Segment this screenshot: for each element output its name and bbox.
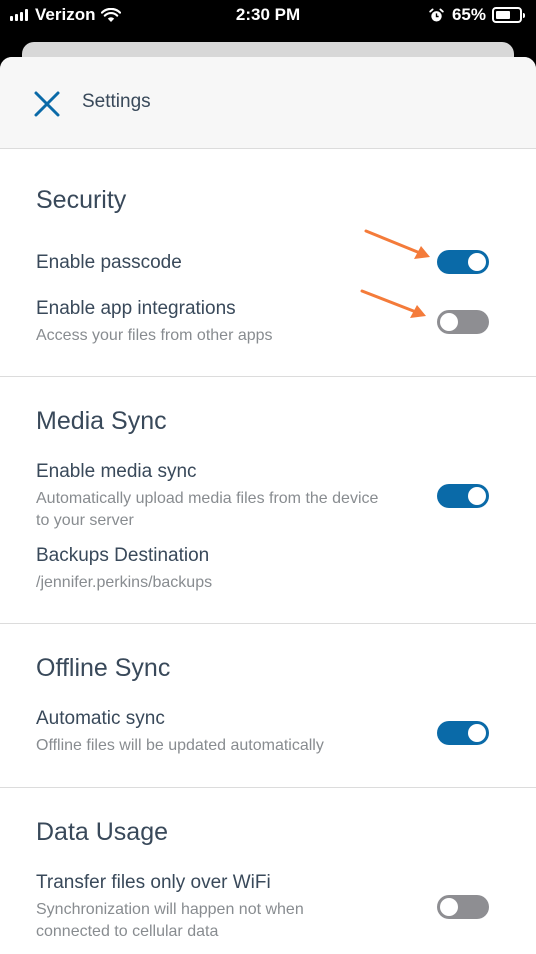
enable-media-sync-label: Enable media sync (36, 461, 197, 482)
enable-passcode-label: Enable passcode (36, 252, 182, 273)
enable-passcode-toggle[interactable] (437, 250, 489, 274)
wifi-only-label: Transfer files only over WiFi (36, 872, 271, 893)
toggle-knob (468, 487, 486, 505)
screen: Verizon 2:30 PM 65% Settings Security En… (0, 0, 536, 954)
media-sync-section-title: Media Sync (36, 407, 167, 435)
alarm-icon (429, 8, 444, 21)
annotation-arrow (364, 229, 430, 259)
enable-media-sync-description: Automatically upload media files from th… (36, 490, 379, 529)
wifi-only-description: Synchronization will happen not when con… (36, 901, 304, 940)
backups-destination-label[interactable]: Backups Destination (36, 545, 209, 567)
automatic-sync-description: Offline files will be updated automatica… (36, 737, 324, 754)
backups-destination-value: /jennifer.perkins/backups (36, 574, 213, 591)
annotation-arrow (360, 289, 426, 318)
page-title: Settings (82, 91, 151, 112)
close-button[interactable] (32, 89, 62, 119)
status-bar: Verizon 2:30 PM 65% (0, 0, 536, 32)
automatic-sync-label: Automatic sync (36, 708, 165, 729)
automatic-sync-toggle[interactable] (437, 721, 489, 745)
offline-sync-section-title: Offline Sync (36, 654, 171, 682)
security-section: Security Enable passcode Enable app inte… (0, 149, 536, 377)
data-usage-section-title: Data Usage (36, 818, 169, 846)
enable-app-integrations-description: Access your files from other apps (36, 327, 273, 344)
enable-app-integrations-label: Enable app integrations (36, 298, 236, 319)
toggle-knob (440, 898, 458, 916)
security-section-title: Security (36, 186, 127, 214)
toggle-knob (468, 724, 486, 742)
toggle-knob (440, 313, 458, 331)
enable-app-integrations-toggle[interactable] (437, 310, 489, 334)
status-right: 65% (429, 5, 525, 25)
close-icon (34, 91, 60, 117)
wifi-only-toggle[interactable] (437, 895, 489, 919)
settings-header: Settings (0, 57, 536, 149)
battery-icon (492, 7, 525, 23)
battery-fill (496, 11, 511, 19)
toggle-knob (468, 253, 486, 271)
enable-media-sync-toggle[interactable] (437, 484, 489, 508)
data-usage-section: Data Usage Transfer files only over WiFi… (0, 788, 536, 954)
battery-percent: 65% (451, 5, 486, 24)
settings-sheet: Settings Security Enable passcode Enable… (0, 57, 536, 954)
media-sync-section: Media Sync Enable media sync Automatical… (0, 377, 536, 624)
offline-sync-section: Offline Sync Automatic sync Offline file… (0, 624, 536, 788)
